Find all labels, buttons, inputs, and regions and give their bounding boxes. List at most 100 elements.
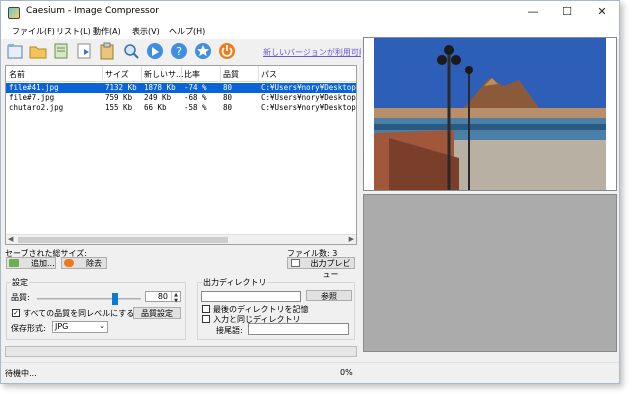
column-separator bbox=[258, 66, 259, 82]
title-bar: Caesium - Image Compressor — ☐ ✕ bbox=[1, 1, 619, 25]
compressed-image-preview bbox=[363, 194, 617, 352]
suffix-label: 接尾語: bbox=[216, 326, 243, 335]
output-preview-button[interactable]: 出力プレビュー bbox=[287, 257, 355, 279]
scrollbar-thumb[interactable] bbox=[18, 237, 228, 243]
cell-new-size: 66 Kb bbox=[144, 103, 167, 112]
menu-list[interactable]: リスト(L) bbox=[56, 26, 91, 37]
remove-button[interactable]: 除去 bbox=[61, 257, 107, 269]
same-quality-label: すべての品質を同レベルにする bbox=[23, 309, 135, 318]
quality-label: 品質: bbox=[11, 293, 30, 302]
remove-icon bbox=[64, 259, 74, 267]
preview-icon[interactable] bbox=[121, 41, 141, 61]
app-icon bbox=[8, 7, 20, 19]
save-icon[interactable] bbox=[51, 41, 71, 61]
browse-label: 参照 bbox=[321, 292, 337, 301]
output-directory-input[interactable] bbox=[201, 291, 301, 302]
add-button-label: 追加... bbox=[31, 259, 55, 268]
table-row[interactable]: chutaro2.jpg 155 Kb 66 Kb -58 % 80 C:¥Us… bbox=[6, 103, 356, 113]
cell-size: 7132 Kb bbox=[105, 83, 137, 92]
help-icon[interactable]: ? bbox=[169, 41, 189, 61]
maximize-button[interactable]: ☐ bbox=[550, 1, 584, 23]
cell-quality: 80 bbox=[223, 103, 233, 112]
add-button[interactable]: 追加... bbox=[6, 257, 56, 269]
format-select[interactable]: JPG ⌄ bbox=[52, 321, 108, 333]
quality-spinner[interactable]: ▲ ▼ bbox=[171, 292, 180, 304]
column-header-new-size[interactable]: 新しいサ... bbox=[144, 69, 184, 80]
progress-bar bbox=[5, 346, 357, 357]
column-header-size[interactable]: サイズ bbox=[105, 69, 129, 80]
cell-ratio: -74 % bbox=[184, 83, 207, 92]
original-image-preview bbox=[363, 37, 617, 191]
output-directory-title: 出力ディレクトリ bbox=[202, 277, 268, 288]
status-separator bbox=[1, 362, 619, 363]
cell-path: C:¥Users¥nory¥Desktop¥chu bbox=[261, 103, 356, 112]
update-link[interactable]: 新しいバージョンが利用可能です bbox=[263, 47, 361, 58]
browse-button[interactable]: 参照 bbox=[306, 290, 352, 301]
export-icon[interactable] bbox=[74, 41, 94, 61]
settings-title: 設定 bbox=[11, 277, 29, 288]
column-separator bbox=[141, 66, 142, 82]
svg-text:?: ? bbox=[176, 45, 182, 58]
minimize-button[interactable]: — bbox=[516, 1, 550, 23]
file-list[interactable]: 名前 サイズ 新しいサ... 比率 品質 パス file#41.jpg 7132… bbox=[5, 65, 357, 245]
star-icon[interactable] bbox=[193, 41, 213, 61]
toolbar: ? 新しいバージョンが利用可能です bbox=[1, 39, 361, 63]
column-separator bbox=[181, 66, 182, 82]
chevron-down-icon: ⌄ bbox=[99, 322, 105, 330]
remember-directory-checkbox[interactable] bbox=[202, 305, 210, 313]
column-header-path[interactable]: パス bbox=[261, 69, 277, 80]
menu-action[interactable]: 動作(A) bbox=[93, 26, 121, 37]
quality-settings-label: 品質設定 bbox=[141, 309, 173, 318]
quality-slider-track[interactable] bbox=[37, 298, 141, 300]
app-window: Caesium - Image Compressor — ☐ ✕ ファイル(F)… bbox=[0, 0, 620, 384]
compress-icon[interactable] bbox=[145, 41, 165, 61]
scroll-left-icon[interactable]: ◀ bbox=[8, 235, 13, 243]
close-button[interactable]: ✕ bbox=[585, 1, 619, 23]
list-header: 名前 サイズ 新しいサ... 比率 品質 パス bbox=[6, 66, 356, 82]
power-icon[interactable] bbox=[217, 41, 237, 61]
column-separator bbox=[220, 66, 221, 82]
table-row[interactable]: file#7.jpg 759 Kb 249 Kb -68 % 80 C:¥Use… bbox=[6, 93, 356, 103]
output-directory-group: 出力ディレクトリ 参照 最後のディレクトリを記憶 入力と同じディレクトリ 接尾語… bbox=[197, 277, 355, 340]
window-title: Caesium - Image Compressor bbox=[26, 6, 159, 16]
column-header-ratio[interactable]: 比率 bbox=[184, 69, 200, 80]
same-quality-checkbox[interactable]: ✓ bbox=[12, 309, 20, 317]
column-header-quality[interactable]: 品質 bbox=[223, 69, 239, 80]
cell-size: 759 Kb bbox=[105, 93, 133, 102]
menu-help[interactable]: ヘルプ(H) bbox=[169, 26, 205, 37]
quality-value-field[interactable]: 80 ▲ ▼ bbox=[145, 291, 181, 304]
table-row[interactable]: file#41.jpg 7132 Kb 1878 Kb -74 % 80 C:¥… bbox=[6, 83, 356, 93]
cell-new-size: 249 Kb bbox=[144, 93, 172, 102]
clipboard-icon[interactable] bbox=[97, 41, 117, 61]
quality-slider-thumb[interactable] bbox=[112, 293, 118, 305]
remove-button-label: 除去 bbox=[86, 259, 102, 268]
same-directory-checkbox[interactable] bbox=[202, 315, 210, 323]
column-header-name[interactable]: 名前 bbox=[9, 69, 25, 80]
cell-quality: 80 bbox=[223, 83, 233, 92]
cell-quality: 80 bbox=[223, 93, 233, 102]
format-value: JPG bbox=[55, 322, 69, 331]
cell-new-size: 1878 Kb bbox=[144, 83, 176, 92]
cell-name: chutaro2.jpg bbox=[9, 103, 64, 112]
scroll-right-icon[interactable]: ▶ bbox=[349, 235, 354, 243]
preview-icon bbox=[291, 259, 300, 267]
open-icon[interactable] bbox=[5, 41, 25, 61]
menu-view[interactable]: 表示(V) bbox=[132, 26, 160, 37]
horizontal-scrollbar[interactable]: ◀ ▶ bbox=[6, 234, 356, 244]
cell-name: file#7.jpg bbox=[9, 93, 55, 102]
cell-size: 155 Kb bbox=[105, 103, 133, 112]
cell-path: C:¥Users¥nory¥Desktop¥file bbox=[261, 93, 356, 102]
column-separator bbox=[102, 66, 103, 82]
preview-photo bbox=[364, 38, 616, 190]
menu-file[interactable]: ファイル(F) bbox=[12, 26, 55, 37]
suffix-input[interactable] bbox=[248, 323, 349, 335]
settings-group: 設定 品質: 80 ▲ ▼ ✓ すべての品質を同レベルにする 品質設定 保存形式:… bbox=[6, 277, 186, 340]
quality-settings-button[interactable]: 品質設定 bbox=[133, 307, 181, 319]
add-icon bbox=[9, 259, 19, 267]
output-preview-label: 出力プレビュー bbox=[310, 259, 351, 279]
cell-ratio: -58 % bbox=[184, 103, 207, 112]
open-folder-icon[interactable] bbox=[28, 41, 48, 61]
cell-name: file#41.jpg bbox=[9, 83, 59, 92]
cell-path: C:¥Users¥nory¥Desktop¥file bbox=[261, 83, 356, 92]
status-text: 待機中... bbox=[5, 369, 37, 378]
